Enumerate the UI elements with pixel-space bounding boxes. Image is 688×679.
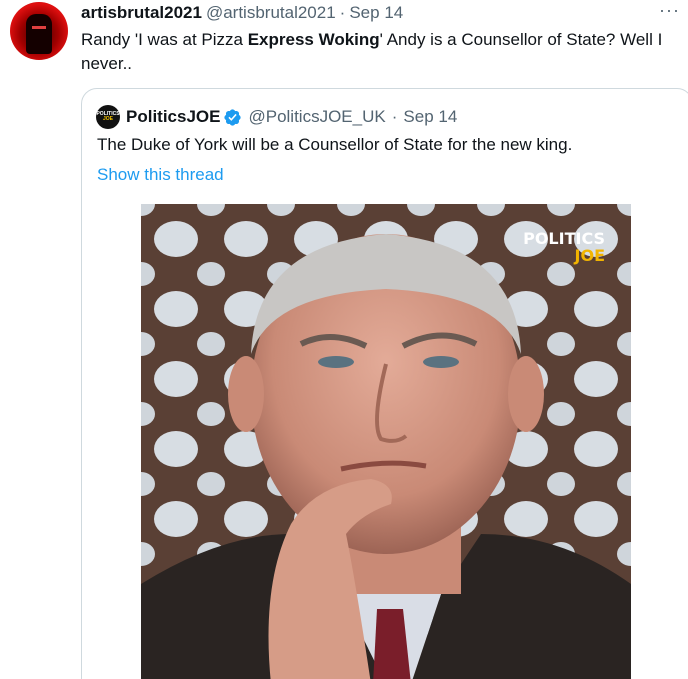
show-thread-link[interactable]: Show this thread — [97, 163, 224, 187]
quote-avatar[interactable]: POLITICS JOE — [96, 105, 120, 129]
verified-badge-icon — [223, 108, 242, 127]
quote-author-name[interactable]: PoliticsJOE — [126, 107, 220, 127]
quote-separator-dot: · — [391, 107, 398, 126]
author-avatar[interactable] — [10, 2, 68, 60]
tweet[interactable]: artisbrutal2021 @artisbrutal2021 · Sep 1… — [0, 0, 688, 679]
avatar-figure — [26, 14, 52, 54]
tweet-text-part1: Randy 'I was at Pizza — [81, 30, 248, 49]
quote-text: The Duke of York will be a Counsellor of… — [97, 135, 573, 154]
tweet-header: artisbrutal2021 @artisbrutal2021 · Sep 1… — [81, 2, 403, 24]
photo-illustration — [141, 204, 631, 679]
quote-author-handle[interactable]: @PoliticsJOE_UK — [248, 107, 385, 127]
author-handle[interactable]: @artisbrutal2021 — [206, 3, 336, 23]
tweet-text: Randy 'I was at Pizza Express Woking' An… — [81, 28, 681, 76]
tweet-text-bold: Express Woking — [247, 30, 380, 49]
photo-brand-watermark: POLITICS JOE — [523, 230, 605, 264]
quote-header: POLITICS JOE PoliticsJOE @PoliticsJOE_UK… — [96, 105, 457, 129]
quote-avatar-line2: JOE — [102, 116, 113, 122]
author-name[interactable]: artisbrutal2021 — [81, 3, 202, 23]
quoted-tweet[interactable]: POLITICS JOE PoliticsJOE @PoliticsJOE_UK… — [81, 88, 688, 679]
tweet-date[interactable]: Sep 14 — [349, 3, 403, 23]
quote-date[interactable]: Sep 14 — [403, 107, 457, 127]
brand-line2: JOE — [574, 246, 605, 265]
avatar-eyes — [32, 26, 46, 29]
more-horizontal-icon[interactable]: ··· — [659, 0, 680, 21]
quote-photo[interactable]: POLITICS JOE — [141, 204, 631, 679]
separator-dot: · — [339, 3, 346, 22]
